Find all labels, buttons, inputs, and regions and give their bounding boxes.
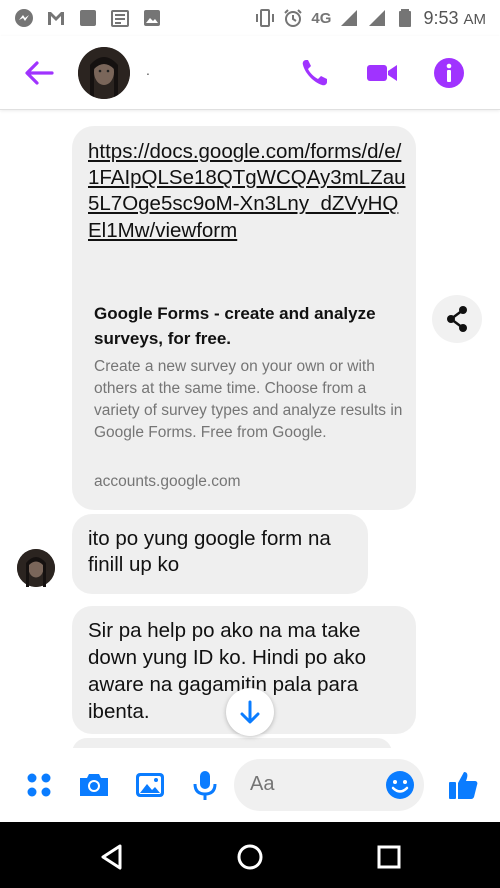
nav-back-icon[interactable] (97, 842, 127, 872)
phone-icon[interactable] (298, 56, 332, 90)
arrow-down-icon (240, 700, 260, 724)
share-button[interactable] (432, 295, 482, 343)
signal-icon (369, 10, 386, 26)
status-bar-right: 4G 9:53 AM (255, 8, 486, 29)
camera-icon[interactable] (77, 768, 111, 802)
sender-avatar-image (17, 549, 55, 587)
message-line: finill up ko (88, 553, 180, 576)
battery-icon (399, 9, 412, 27)
info-icon[interactable] (432, 56, 466, 90)
thumbs-up-icon[interactable] (446, 768, 480, 802)
sender-avatar[interactable] (17, 549, 55, 587)
message-line: ibenta. (88, 700, 150, 723)
link-preview-description: Create a new survey on your own or with … (94, 358, 403, 441)
message-line: ito po yung google form na (88, 527, 331, 550)
news-icon (111, 10, 129, 27)
clock-ampm: AM (463, 10, 487, 28)
app-icon (80, 10, 96, 26)
status-bar-left (14, 8, 162, 28)
signal-icon (341, 10, 358, 26)
message-line: Sir pa help po ako na ma take (88, 619, 361, 642)
nav-recents-icon[interactable] (374, 842, 404, 872)
link-preview-domain: accounts.google.com (94, 473, 241, 490)
emoji-icon[interactable] (384, 769, 416, 801)
clock: 9:53 AM (423, 8, 486, 29)
gallery-icon[interactable] (133, 768, 167, 802)
message-input[interactable]: Aa (234, 759, 424, 811)
message-link[interactable]: https://docs.google.com/forms/d/e/1FAIpQ… (88, 139, 408, 244)
status-bar: 4G 9:53 AM (0, 0, 500, 36)
contact-avatar[interactable] (78, 47, 130, 99)
gmail-icon (48, 12, 64, 25)
gallery-icon (144, 10, 160, 26)
alarm-icon (284, 9, 303, 27)
messenger-icon (15, 9, 33, 27)
back-arrow-icon[interactable] (22, 58, 56, 88)
conversation-header: . (0, 36, 500, 110)
composer-bar: Aa (0, 748, 500, 822)
link-preview-title: Google Forms - create and analyze survey… (94, 304, 376, 348)
message-input-placeholder: Aa (250, 773, 275, 795)
contact-name[interactable]: . (146, 62, 150, 78)
message-line: aware na gagamitin pala para (88, 673, 359, 696)
video-camera-icon[interactable] (365, 56, 399, 90)
share-icon (447, 306, 467, 332)
nav-home-icon[interactable] (235, 842, 265, 872)
system-nav-bar (0, 822, 500, 888)
menu-dots-icon[interactable] (22, 768, 56, 802)
message-line: down yung ID ko. Hindi po ako (88, 646, 367, 669)
microphone-icon[interactable] (188, 768, 222, 802)
vibrate-icon (256, 9, 275, 27)
contact-avatar-image (78, 47, 130, 99)
scroll-to-bottom-button[interactable] (226, 688, 274, 736)
clock-time: 9:53 (423, 7, 459, 28)
network-type: 4G (311, 9, 332, 27)
